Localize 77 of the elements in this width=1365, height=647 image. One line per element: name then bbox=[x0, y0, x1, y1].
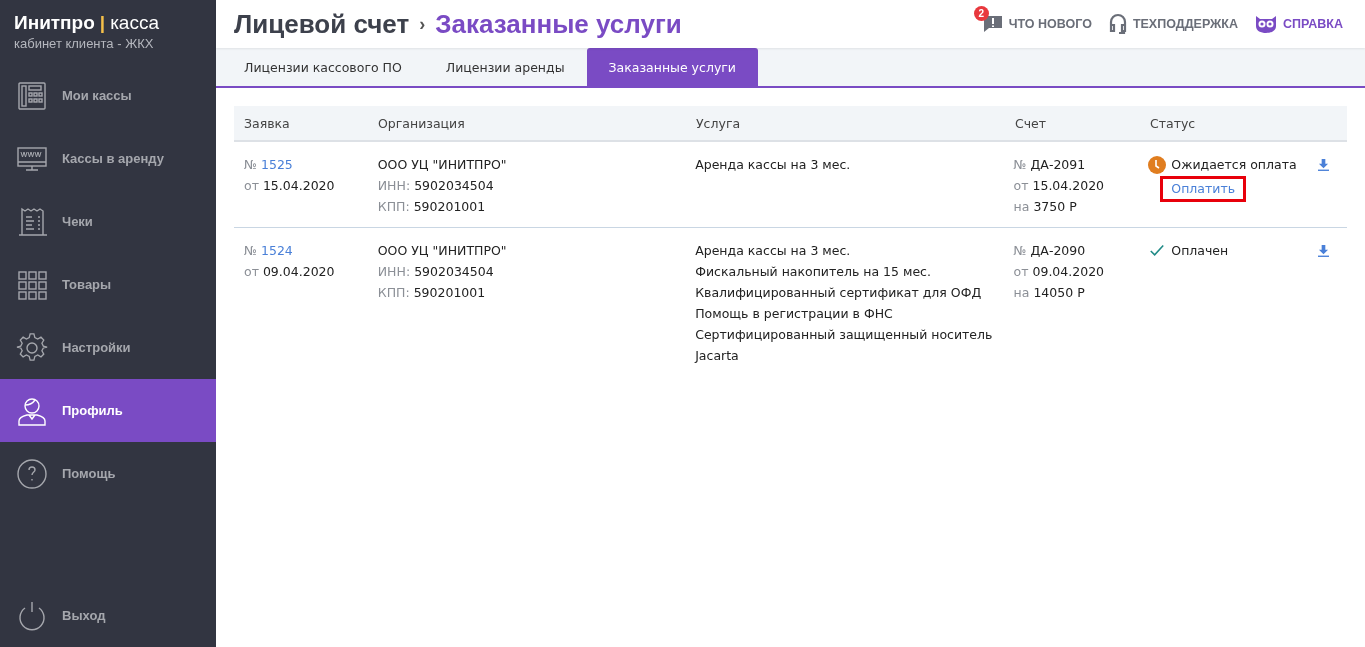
service-line: Помощь в регистрации в ФНС bbox=[695, 305, 894, 323]
owl-icon bbox=[1254, 14, 1279, 34]
breadcrumb-link[interactable]: Лицевой счет bbox=[234, 8, 410, 40]
column-header: Заявка bbox=[244, 115, 290, 131]
grid-icon bbox=[16, 268, 48, 301]
brand-name: Инитпро bbox=[14, 12, 95, 34]
organization-name: ООО УЦ "ИНИТПРО" bbox=[377, 156, 508, 174]
logout-item[interactable]: Выход bbox=[0, 584, 216, 647]
invoice-number: ДА-2090 bbox=[1030, 243, 1086, 258]
kpp-value: 590201001 bbox=[413, 199, 486, 214]
inn-value: 5902034504 bbox=[414, 178, 494, 193]
pay-link[interactable]: Оплатить bbox=[1160, 176, 1247, 202]
kpp-label: КПП: bbox=[377, 199, 410, 214]
service-line: Фискальный накопитель на 15 мес. bbox=[695, 263, 932, 281]
date-label: от bbox=[244, 178, 259, 193]
amount-label: на bbox=[1013, 199, 1030, 214]
invoice-date: 15.04.2020 bbox=[1032, 178, 1105, 193]
order-link[interactable]: 1525 bbox=[261, 157, 293, 172]
column-header: Услуга bbox=[696, 115, 741, 131]
download-icon[interactable] bbox=[1318, 159, 1329, 171]
download-icon[interactable] bbox=[1318, 245, 1329, 257]
tab[interactable]: Лицензии кассового ПО bbox=[222, 48, 424, 86]
date-label: от bbox=[1013, 264, 1029, 279]
sidebar-item[interactable]: Настройки bbox=[0, 316, 216, 379]
column-header: Организация bbox=[378, 115, 465, 131]
page-title: Заказанные услуги bbox=[435, 8, 682, 40]
settings-icon bbox=[16, 331, 48, 364]
number-sign: № bbox=[244, 243, 257, 258]
brand-subtitle: кабинет клиента - ЖКХ bbox=[14, 36, 155, 51]
date-label: от bbox=[1013, 178, 1029, 193]
kpp-label: КПП: bbox=[377, 285, 410, 300]
invoice-number: ДА-2091 bbox=[1030, 157, 1086, 172]
sidebar-item[interactable]: Товары bbox=[0, 253, 216, 316]
order-link[interactable]: 1524 bbox=[261, 243, 293, 258]
service-line: Сертифицированный защищенный носитель bbox=[695, 326, 994, 344]
column-header: Статус bbox=[1150, 115, 1196, 131]
invoice-date: 09.04.2020 bbox=[1032, 264, 1105, 279]
inn-label: ИНН: bbox=[377, 264, 411, 279]
inn-label: ИНН: bbox=[377, 178, 411, 193]
inn-value: 5902034504 bbox=[414, 264, 494, 279]
service-line: Jacarta bbox=[695, 347, 740, 365]
cash-register-icon bbox=[16, 79, 48, 112]
tab[interactable]: Заказанные услуги bbox=[586, 48, 758, 86]
kpp-value: 590201001 bbox=[413, 285, 486, 300]
service-line: Квалифицированный сертификат для ОФД bbox=[695, 284, 983, 302]
header-link[interactable]: СПРАВКА bbox=[1254, 13, 1343, 35]
service-line: Аренда кассы на 3 мес. bbox=[695, 156, 852, 174]
brand-separator: | bbox=[99, 12, 106, 34]
invoice-amount: 14050 Р bbox=[1033, 285, 1085, 300]
status-text: Оплачен bbox=[1171, 242, 1229, 260]
order-date: 09.04.2020 bbox=[262, 264, 335, 279]
number-sign: № bbox=[1013, 157, 1027, 172]
sidebar-item[interactable]: Профиль bbox=[0, 379, 216, 442]
order-date: 15.04.2020 bbox=[262, 178, 335, 193]
sidebar-item[interactable]: Помощь bbox=[0, 442, 216, 505]
sidebar-item[interactable]: Кассы в аренду bbox=[0, 127, 216, 190]
breadcrumb-separator: › bbox=[419, 13, 426, 35]
brand-product: касса bbox=[110, 12, 159, 34]
power-icon bbox=[16, 599, 48, 632]
sidebar-item[interactable]: Чеки bbox=[0, 190, 216, 253]
column-header: Счет bbox=[1015, 115, 1047, 131]
header-link[interactable]: ТЕХПОДДЕРЖКА bbox=[1107, 13, 1239, 35]
number-sign: № bbox=[244, 157, 257, 172]
invoice-amount: 3750 Р bbox=[1033, 199, 1077, 214]
help-icon bbox=[16, 457, 48, 490]
number-sign: № bbox=[1013, 243, 1027, 258]
receipt-icon bbox=[16, 205, 48, 238]
sidebar-item[interactable]: Мои кассы bbox=[0, 64, 216, 127]
headset-icon bbox=[1107, 13, 1128, 35]
date-label: от bbox=[244, 264, 259, 279]
tab[interactable]: Лицензии аренды bbox=[423, 48, 587, 86]
organization-name: ООО УЦ "ИНИТПРО" bbox=[377, 242, 508, 260]
service-line: Аренда кассы на 3 мес. bbox=[695, 242, 852, 260]
status-text: Ожидается оплата bbox=[1171, 156, 1297, 174]
header-link[interactable]: 2 ЧТО НОВОГО bbox=[973, 5, 1092, 35]
amount-label: на bbox=[1013, 285, 1030, 300]
notification-badge: 2 bbox=[973, 6, 989, 21]
